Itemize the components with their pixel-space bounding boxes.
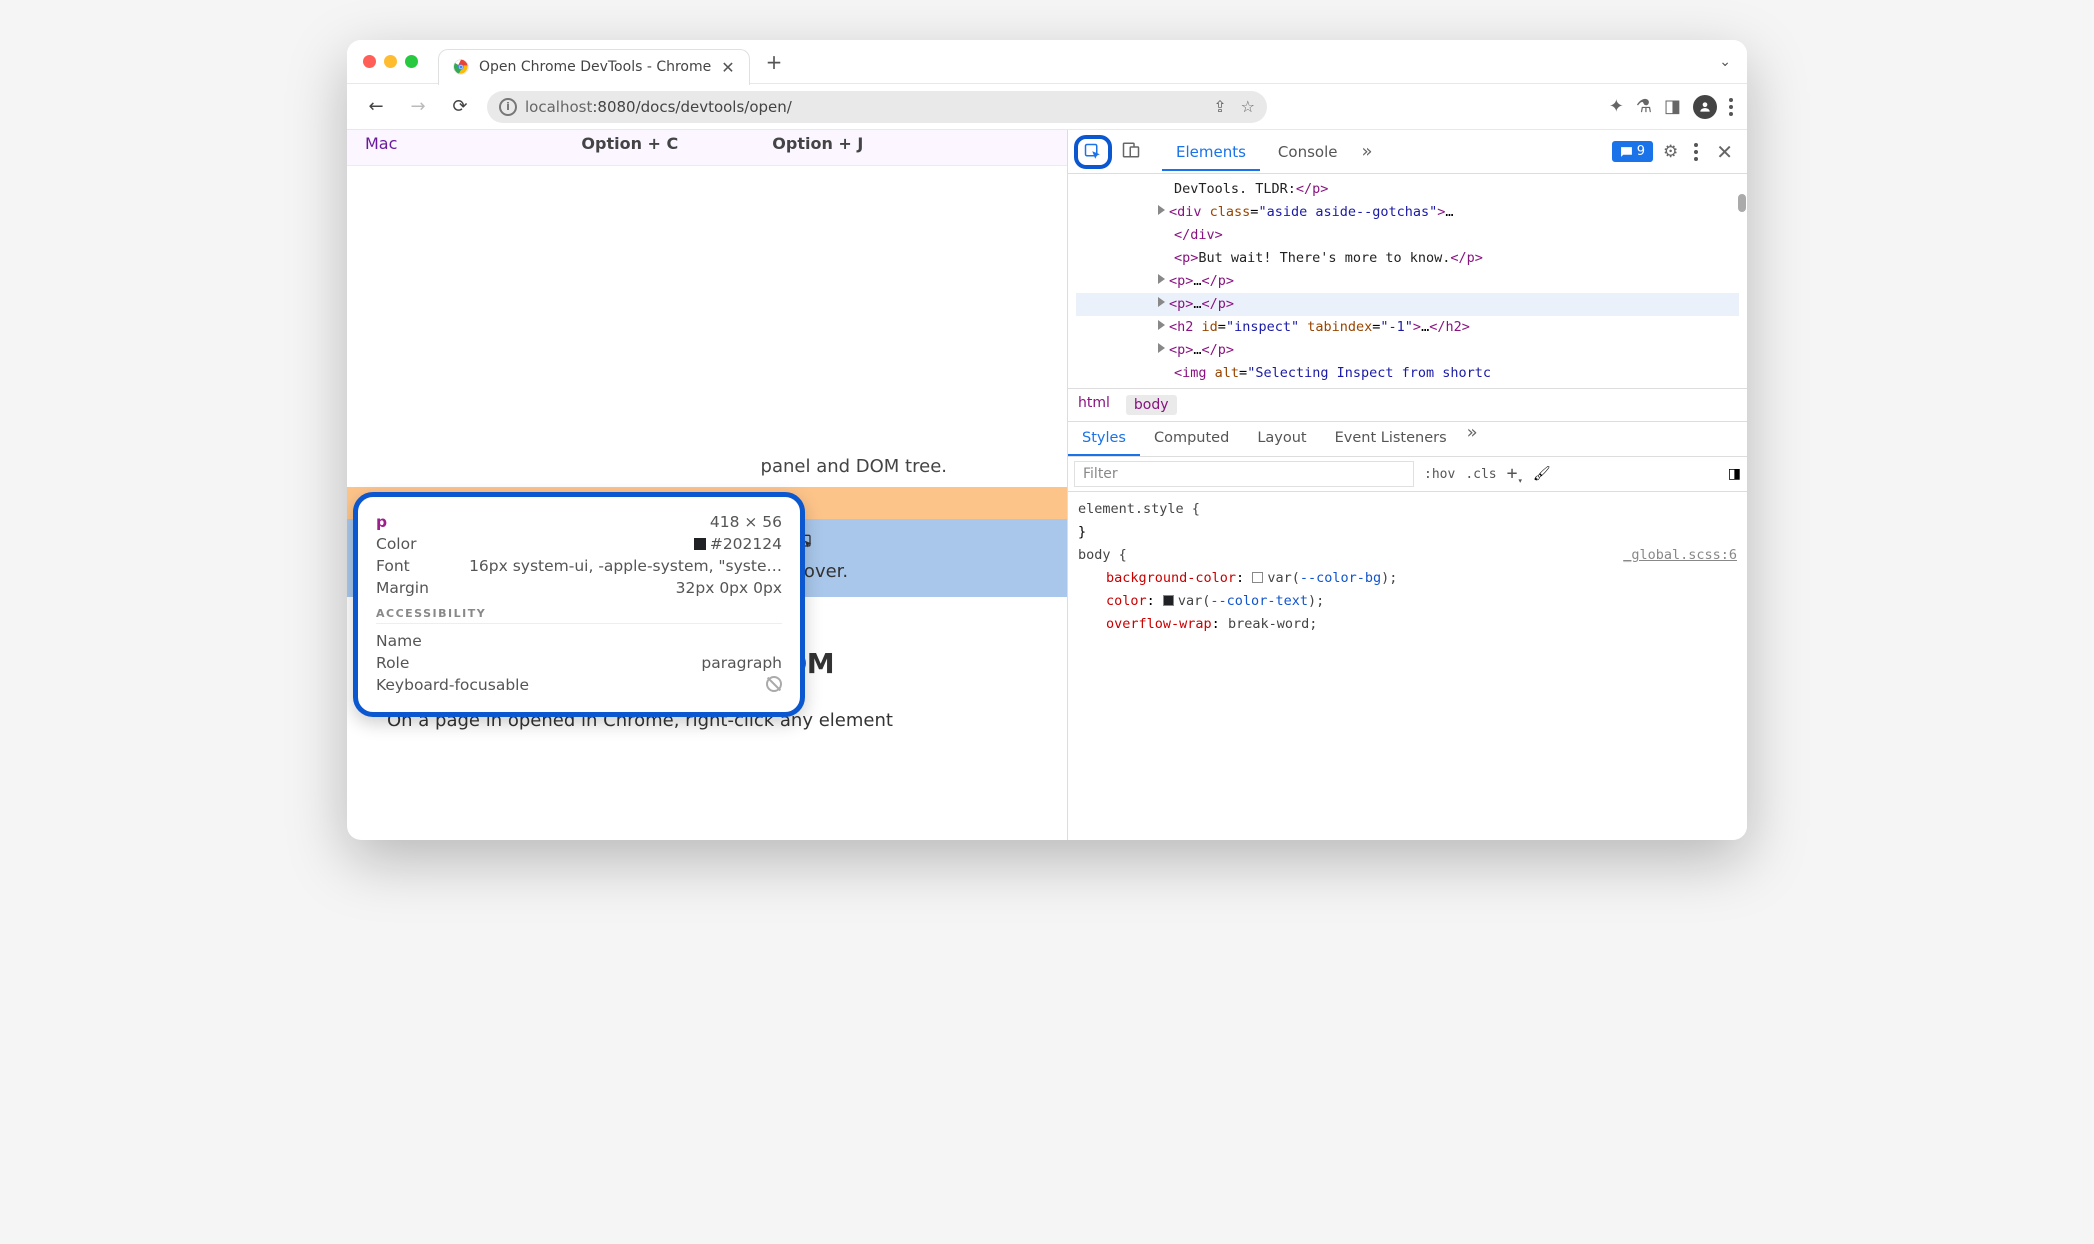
- color-swatch-icon[interactable]: [1163, 595, 1174, 606]
- tooltip-role-value: paragraph: [701, 654, 782, 672]
- styles-tab-styles[interactable]: Styles: [1068, 422, 1140, 456]
- dom-line[interactable]: <img alt="Selecting Inspect from shortc: [1076, 362, 1739, 385]
- maximize-window-button[interactable]: [405, 55, 418, 68]
- tooltip-role-label: Role: [376, 654, 409, 672]
- breadcrumb-bar: html body: [1068, 388, 1747, 422]
- tab-elements[interactable]: Elements: [1162, 135, 1260, 171]
- titlebar: Open Chrome DevTools - Chrome ✕ + ⌄: [347, 40, 1747, 84]
- inspector-tooltip: p 418 × 56 Color #202124 Font 16px syste…: [353, 492, 805, 717]
- close-window-button[interactable]: [363, 55, 376, 68]
- page-fragment-behind: panel and DOM tree.: [387, 456, 1027, 477]
- url-host: localhost: [525, 98, 592, 116]
- new-rule-button[interactable]: +▾: [1507, 463, 1523, 487]
- not-focusable-icon: [766, 676, 782, 692]
- extensions-icon[interactable]: ✦: [1609, 96, 1624, 117]
- labs-icon[interactable]: ⚗: [1636, 96, 1652, 117]
- tooltip-a11y-section: ACCESSIBILITY: [376, 607, 782, 624]
- url-path: :8080/docs/devtools/open/: [592, 98, 791, 116]
- color-swatch-icon[interactable]: [1252, 572, 1263, 583]
- tab-close-icon[interactable]: ✕: [721, 58, 734, 77]
- tab-overflow-button[interactable]: ⌄: [1719, 54, 1731, 70]
- profile-avatar[interactable]: [1693, 95, 1717, 119]
- shortcut-table-row: Mac Option + C Option + J: [347, 130, 1067, 166]
- dom-line[interactable]: <div class="aside aside--gotchas">…: [1076, 201, 1739, 224]
- reload-button[interactable]: ⟳: [445, 92, 475, 122]
- tooltip-kbd-value: [766, 676, 782, 696]
- styles-pane[interactable]: element.style { } body { _global.scss:6 …: [1068, 492, 1747, 642]
- dom-line[interactable]: <h2 id="inspect" tabindex="-1">…</h2>: [1076, 316, 1739, 339]
- dom-line[interactable]: <p>…</p>: [1076, 270, 1739, 293]
- settings-icon[interactable]: ⚙: [1657, 142, 1684, 162]
- tooltip-name-label: Name: [376, 632, 422, 650]
- styles-tab-computed[interactable]: Computed: [1140, 422, 1243, 456]
- dom-line[interactable]: <p>…</p>: [1076, 339, 1739, 362]
- cls-toggle[interactable]: .cls: [1465, 467, 1496, 482]
- dom-scrollbar-thumb[interactable]: [1738, 194, 1746, 212]
- tooltip-color-value: #202124: [694, 535, 782, 553]
- sidebar-toggle-icon[interactable]: ◨: [1728, 466, 1741, 482]
- address-bar: ← → ⟳ i localhost:8080/docs/devtools/ope…: [347, 84, 1747, 130]
- close-devtools-button[interactable]: ✕: [1708, 140, 1741, 164]
- devtools-toolbar: Elements Console » 9 ⚙ ✕: [1068, 130, 1747, 174]
- browser-tab[interactable]: Open Chrome DevTools - Chrome ✕: [438, 49, 750, 85]
- tooltip-color-label: Color: [376, 535, 416, 553]
- tab-title: Open Chrome DevTools - Chrome: [479, 59, 711, 75]
- browser-window: Open Chrome DevTools - Chrome ✕ + ⌄ ← → …: [347, 40, 1747, 840]
- back-button[interactable]: ←: [361, 92, 391, 122]
- styles-tabs-overflow[interactable]: »: [1461, 422, 1484, 456]
- devtools-menu-button[interactable]: [1688, 143, 1704, 161]
- new-tab-button[interactable]: +: [766, 50, 783, 74]
- tooltip-kbd-label: Keyboard-focusable: [376, 676, 529, 696]
- tabs-overflow-button[interactable]: »: [1355, 141, 1378, 162]
- paint-icon[interactable]: 🖌: [1533, 466, 1551, 482]
- bookmark-icon[interactable]: ☆: [1241, 97, 1255, 116]
- selector-body: body {: [1078, 547, 1127, 563]
- tab-console[interactable]: Console: [1264, 135, 1352, 169]
- devtools-panel: Elements Console » 9 ⚙ ✕ DevTools. TLDR:…: [1067, 130, 1747, 840]
- styles-filter-input[interactable]: Filter: [1074, 461, 1414, 487]
- traffic-lights: [363, 55, 418, 68]
- minimize-window-button[interactable]: [384, 55, 397, 68]
- chrome-favicon: [453, 59, 469, 75]
- css-declaration[interactable]: background-color: var(--color-bg);: [1078, 567, 1737, 590]
- tooltip-tag: p: [376, 513, 387, 531]
- crumb-html[interactable]: html: [1078, 395, 1110, 415]
- content-split: Mac Option + C Option + J p 418 × 56 Col…: [347, 130, 1747, 840]
- color-swatch: [694, 538, 706, 550]
- os-label-mac: Mac: [365, 134, 397, 153]
- dom-line[interactable]: DevTools. TLDR:</p>: [1076, 178, 1739, 201]
- css-declaration[interactable]: color: var(--color-text);: [1078, 590, 1737, 613]
- url-display: localhost:8080/docs/devtools/open/: [525, 98, 792, 116]
- shortcut-j: Option + J: [772, 134, 863, 153]
- site-info-icon[interactable]: i: [499, 98, 517, 116]
- chrome-menu-button[interactable]: [1729, 98, 1733, 116]
- issues-badge[interactable]: 9: [1612, 141, 1653, 162]
- styles-tabs: Styles Computed Layout Event Listeners »: [1068, 422, 1747, 457]
- tooltip-font-label: Font: [376, 557, 410, 575]
- omnibox[interactable]: i localhost:8080/docs/devtools/open/ ⇪ ☆: [487, 91, 1267, 123]
- css-declaration[interactable]: overflow-wrap: break-word;: [1078, 613, 1737, 636]
- dom-line-selected[interactable]: <p>…</p>: [1076, 293, 1739, 316]
- hov-toggle[interactable]: :hov: [1424, 467, 1455, 482]
- sidepanel-icon[interactable]: ◨: [1664, 96, 1681, 117]
- crumb-body[interactable]: body: [1126, 395, 1177, 415]
- styles-tab-layout[interactable]: Layout: [1243, 422, 1320, 456]
- tooltip-margin-value: 32px 0px 0px: [676, 579, 782, 597]
- inspect-element-button[interactable]: [1074, 135, 1112, 169]
- tooltip-font-value: 16px system-ui, -apple-system, "syste…: [469, 557, 782, 575]
- source-link[interactable]: _global.scss:6: [1623, 544, 1737, 567]
- styles-filter-row: Filter :hov .cls +▾ 🖌 ◨: [1068, 457, 1747, 492]
- device-toggle-button[interactable]: [1116, 135, 1146, 169]
- share-icon[interactable]: ⇪: [1213, 97, 1226, 116]
- forward-button[interactable]: →: [403, 92, 433, 122]
- dom-tree[interactable]: DevTools. TLDR:</p> <div class="aside as…: [1068, 174, 1747, 388]
- page-viewport: Mac Option + C Option + J p 418 × 56 Col…: [347, 130, 1067, 840]
- tooltip-margin-label: Margin: [376, 579, 429, 597]
- shortcut-c: Option + C: [581, 134, 678, 153]
- selector-elementstyle: element.style {: [1078, 501, 1200, 517]
- tooltip-size: 418 × 56: [710, 513, 782, 531]
- dom-line[interactable]: </div>: [1076, 224, 1739, 247]
- dom-line[interactable]: <p>But wait! There's more to know.</p>: [1076, 247, 1739, 270]
- styles-tab-event[interactable]: Event Listeners: [1321, 422, 1461, 456]
